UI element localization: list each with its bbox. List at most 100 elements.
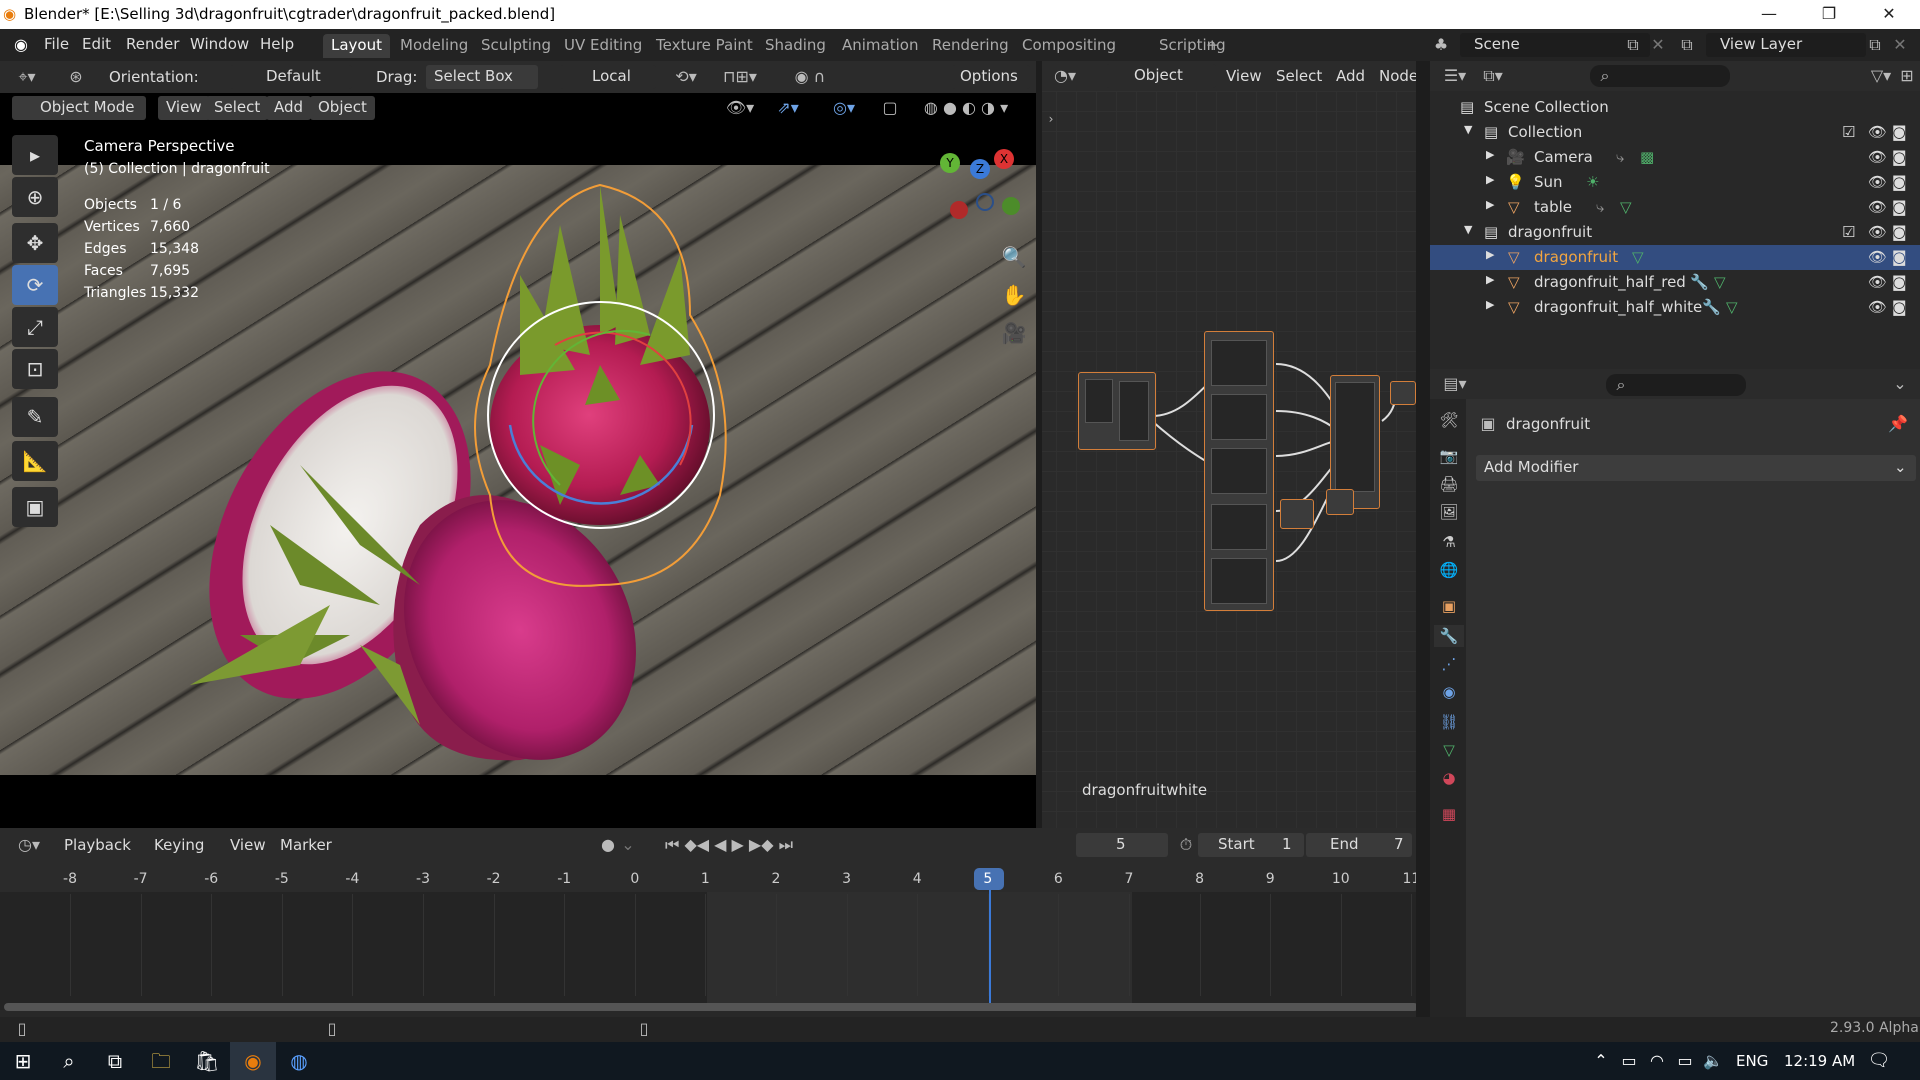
outliner-row-dragonfruit-half-red[interactable]: ▶ ▽ dragonfruit_half_red 🔧 ▽ 👁 ◙ <box>1430 270 1920 295</box>
modifier-tab-icon[interactable]: 🔧 <box>1434 625 1464 647</box>
preview-range-icon[interactable]: ⏱ <box>1176 835 1196 855</box>
data-tab-icon[interactable]: ▽ <box>1438 739 1460 761</box>
tab-texture-paint[interactable]: Texture Paint <box>648 34 761 58</box>
scale-tool[interactable]: ⤢ <box>12 307 58 347</box>
navigation-gizmo[interactable]: Y Z X <box>930 149 1020 239</box>
view-layer-tab-icon[interactable]: 🖼 <box>1438 501 1460 523</box>
end-frame-field[interactable]: End 7 <box>1306 833 1412 857</box>
menu-edit[interactable]: Edit <box>82 35 111 53</box>
node-image-texture-1[interactable] <box>1211 340 1267 386</box>
measure-tool[interactable]: 📐 <box>12 441 58 481</box>
area-divider[interactable] <box>1036 61 1042 828</box>
playback-controls[interactable]: ⏮ ◆◀ ◀ ▶ ▶◆ ⏭ <box>654 835 804 855</box>
checkbox-icon[interactable]: ☑ <box>1842 223 1855 241</box>
timeline-menu-keying[interactable]: Keying <box>154 836 204 854</box>
node-image-texture-4[interactable] <box>1211 504 1267 550</box>
chevron-right-icon[interactable]: ▶ <box>1486 148 1494 161</box>
drag-dropdown[interactable]: Select Box <box>426 65 538 89</box>
notifications-icon[interactable]: 🗨 <box>1856 1042 1902 1080</box>
task-view-icon[interactable]: ⧉ <box>92 1042 138 1080</box>
node-normal-map[interactable] <box>1326 489 1354 515</box>
constraints-tab-icon[interactable]: ⛓ <box>1438 711 1460 733</box>
scene-tab-icon[interactable]: ⚗ <box>1438 531 1460 553</box>
render-tab-icon[interactable]: 📷 <box>1438 445 1460 467</box>
tab-layout[interactable]: Layout <box>323 34 390 58</box>
camera-render-icon[interactable]: ◙ <box>1892 198 1907 216</box>
timeline-menu-playback[interactable]: Playback <box>64 836 131 854</box>
shading-modes-icon[interactable]: ◍ ● ◐ ◑ ▾ <box>910 98 1022 118</box>
zalo-taskbar-icon[interactable]: ◍ <box>276 1042 322 1080</box>
node-menu-view[interactable]: View <box>1226 67 1262 85</box>
outliner-row-table[interactable]: ▶ ▽ table ⤷ ▽ 👁 ◙ <box>1430 195 1920 220</box>
gizmo-toggle-icon[interactable]: ⇗▾ <box>766 98 810 118</box>
gizmo-z-axis[interactable]: Z <box>970 159 990 179</box>
menu-help[interactable]: Help <box>260 35 294 53</box>
chevron-down-icon[interactable]: ▼ <box>1464 223 1472 236</box>
filter-icon[interactable]: ▽▾ <box>1868 66 1894 86</box>
properties-type-icon[interactable]: ▤▾ <box>1440 374 1470 394</box>
start-frame-field[interactable]: Start 1 <box>1198 833 1304 857</box>
record-icon[interactable]: ● <box>598 835 618 855</box>
volume-icon[interactable]: 🔈 <box>1690 1042 1736 1080</box>
eye-icon[interactable]: 👁 <box>1868 173 1887 191</box>
viewport-menu-select[interactable]: Select <box>206 96 269 120</box>
tab-uv-editing[interactable]: UV Editing <box>556 34 650 58</box>
horizontal-scrollbar[interactable] <box>4 1003 1418 1011</box>
viewport-menu-view[interactable]: View <box>158 96 210 120</box>
outliner-row-collection[interactable]: ▼ ▤ Collection ☑ 👁 ◙ <box>1430 120 1920 145</box>
blender-taskbar-icon[interactable]: ◉ <box>230 1042 276 1080</box>
node-image-texture-5[interactable] <box>1211 558 1267 604</box>
minimize-button[interactable]: — <box>1746 2 1792 28</box>
camera-render-icon[interactable]: ◙ <box>1892 148 1907 166</box>
snap-icon[interactable]: ⟲▾ <box>668 67 704 87</box>
gizmo-neg-x[interactable] <box>950 201 968 219</box>
search-icon[interactable]: ⌕ <box>46 1042 92 1080</box>
delete-scene-icon[interactable]: ✕ <box>1648 35 1668 55</box>
outliner-search-input[interactable]: ⌕ <box>1590 65 1730 87</box>
chevron-right-icon[interactable]: ▶ <box>1486 298 1494 311</box>
file-explorer-icon[interactable]: 🗀 <box>138 1042 184 1080</box>
mode-dropdown[interactable]: Object Mode <box>12 96 146 120</box>
node-editor-type-icon[interactable]: ◔▾ <box>1050 66 1080 86</box>
tab-sculpting[interactable]: Sculpting <box>473 34 559 58</box>
outliner-row-scene-collection[interactable]: ▤ Scene Collection <box>1430 95 1920 120</box>
editor-type-icon[interactable]: ⌖▾ <box>12 67 42 87</box>
annotate-tool[interactable]: ✎ <box>12 397 58 437</box>
properties-options-icon[interactable]: ⌄ <box>1890 374 1910 394</box>
tab-shading[interactable]: Shading <box>757 34 834 58</box>
new-collection-icon[interactable]: ⊞ <box>1896 66 1918 86</box>
3d-viewport[interactable]: Camera Perspective (5) Collection | drag… <box>0 123 1036 828</box>
viewport-menu-object[interactable]: Object <box>310 96 375 120</box>
eye-icon[interactable]: 👁 <box>1868 248 1887 266</box>
outliner-row-camera[interactable]: ▶ 🎥 Camera ⤷ ▩ 👁 ◙ <box>1430 145 1920 170</box>
eye-icon[interactable]: 👁 <box>1868 198 1887 216</box>
visibility-icon[interactable]: 👁▾ <box>722 98 758 118</box>
timeline[interactable]: ◷▾ Playback Keying View Marker ● ⌄ ⏮ ◆◀ … <box>0 828 1430 1017</box>
current-frame-field[interactable]: 5 <box>1076 833 1168 857</box>
new-view-layer-icon[interactable]: ⧉ <box>1864 35 1886 55</box>
node-material-output[interactable] <box>1390 381 1416 405</box>
delete-view-layer-icon[interactable]: ✕ <box>1890 35 1910 55</box>
view-layer-selector[interactable]: View Layer <box>1706 33 1866 57</box>
view-layer-icon[interactable]: ⧉ <box>1676 35 1698 55</box>
camera-render-icon[interactable]: ◙ <box>1892 273 1907 291</box>
tab-animation[interactable]: Animation <box>834 34 926 58</box>
rotate-tool[interactable]: ⟳ <box>12 265 58 305</box>
node-object-dropdown[interactable]: Object <box>1106 64 1216 88</box>
xray-icon[interactable]: ▢ <box>880 98 900 118</box>
windows-start-icon[interactable]: ⊞ <box>0 1042 46 1080</box>
node-frame-group[interactable] <box>1204 331 1274 611</box>
node-editor[interactable]: dragonfruitwhite › <box>1036 91 1416 828</box>
eye-icon[interactable]: 👁 <box>1868 123 1887 141</box>
outliner-row-dragonfruit-collection[interactable]: ▼ ▤ dragonfruit ☑ 👁 ◙ <box>1430 220 1920 245</box>
node-menu-add[interactable]: Add <box>1336 67 1365 85</box>
pivot-dropdown[interactable]: Local <box>560 65 656 89</box>
gizmo-x-axis[interactable]: X <box>994 149 1014 169</box>
node-bump[interactable] <box>1280 499 1314 529</box>
node-image-texture-3[interactable] <box>1211 448 1267 494</box>
node-menu-node[interactable]: Node <box>1379 67 1418 85</box>
menu-window[interactable]: Window <box>190 35 249 53</box>
object-tab-icon[interactable]: ▣ <box>1438 595 1460 617</box>
eye-icon[interactable]: 👁 <box>1868 223 1887 241</box>
eye-icon[interactable]: 👁 <box>1868 273 1887 291</box>
